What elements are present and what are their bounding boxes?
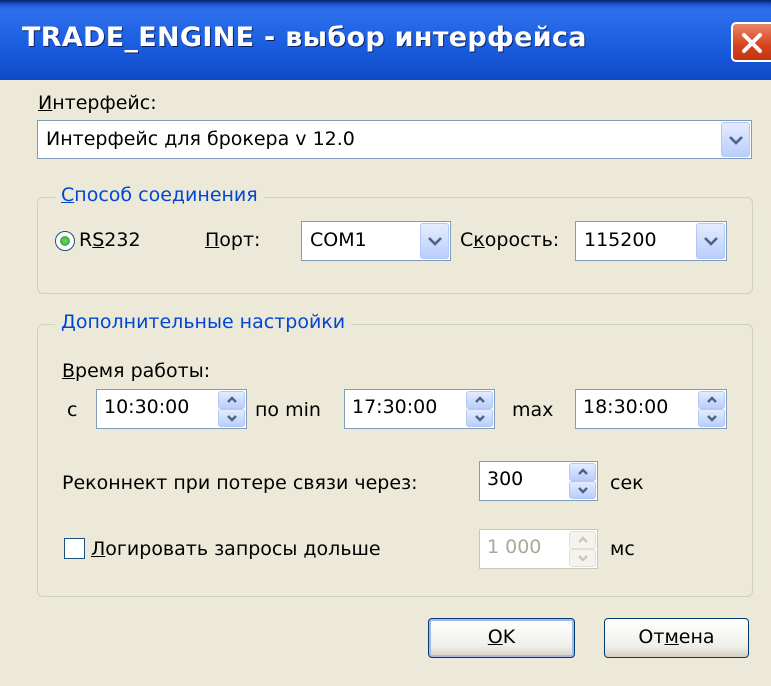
reconnect-spinner[interactable]: 300 [479, 461, 598, 501]
log-threshold-value: 1 000 [487, 536, 542, 558]
reconnect-label: Реконнект при потере связи через: [62, 472, 418, 494]
to-min-time-up-button[interactable] [466, 391, 493, 409]
close-button[interactable] [731, 22, 771, 62]
close-icon [742, 33, 762, 53]
max-time-spin-buttons [698, 391, 725, 427]
rs232-label[interactable]: RS232 [79, 229, 141, 251]
log-threshold-spinner[interactable]: 1 000 [479, 529, 598, 569]
interface-label: Интерфейс: [38, 92, 157, 114]
from-label: с [67, 399, 78, 421]
chevron-down-icon [578, 487, 588, 494]
dialog-body: Интерфейс: Интерфейс для брокера v 12.0 … [0, 80, 771, 686]
speed-dropdown-button[interactable] [696, 223, 725, 259]
log-threshold-unit: мс [610, 538, 635, 560]
chevron-up-icon [578, 536, 588, 543]
chevron-up-icon [707, 396, 717, 403]
radio-selected-dot [60, 236, 70, 246]
reconnect-down-button[interactable] [569, 481, 596, 499]
log-requests-checkbox[interactable] [64, 538, 85, 559]
speed-select-value: 115200 [584, 229, 657, 251]
work-time-label: Время работы: [62, 360, 211, 382]
connection-group-title: Способ соединения [55, 184, 264, 206]
from-time-spinner[interactable]: 10:30:00 [96, 389, 247, 429]
port-select[interactable]: COM1 [301, 221, 451, 261]
chevron-up-icon [475, 396, 485, 403]
chevron-down-icon [707, 415, 717, 422]
log-threshold-spin-buttons [569, 531, 596, 567]
chevron-up-icon [227, 396, 237, 403]
chevron-down-icon [729, 135, 743, 145]
max-time-value: 18:30:00 [583, 396, 669, 418]
chevron-down-icon [475, 415, 485, 422]
log-threshold-up-button[interactable] [569, 531, 596, 549]
port-label: Порт: [205, 229, 261, 251]
max-time-down-button[interactable] [698, 409, 725, 427]
speed-label: Скорость: [460, 229, 560, 251]
max-time-spinner[interactable]: 18:30:00 [575, 389, 727, 429]
chevron-up-icon [578, 468, 588, 475]
interface-dropdown-button[interactable] [721, 122, 750, 157]
from-time-up-button[interactable] [218, 391, 245, 409]
speed-select[interactable]: 115200 [575, 221, 727, 261]
to-min-label: по min [255, 399, 321, 421]
chevron-down-icon [428, 237, 442, 246]
cancel-button[interactable]: Отмена [604, 618, 749, 658]
reconnect-up-button[interactable] [569, 463, 596, 481]
log-requests-label[interactable]: Логировать запросы дольше [91, 538, 381, 560]
rs232-radio[interactable] [55, 231, 75, 251]
port-select-value: COM1 [310, 229, 367, 251]
interface-select[interactable]: Интерфейс для брокера v 12.0 [37, 120, 752, 159]
max-time-up-button[interactable] [698, 391, 725, 409]
chevron-down-icon [704, 237, 718, 246]
to-min-time-spinner[interactable]: 17:30:00 [344, 389, 495, 429]
from-time-down-button[interactable] [218, 409, 245, 427]
title-bar[interactable]: TRADE_ENGINE - выбор интерфейса [0, 0, 771, 80]
reconnect-spin-buttons [569, 463, 596, 499]
from-time-value: 10:30:00 [104, 396, 190, 418]
chevron-down-icon [578, 555, 588, 562]
log-threshold-down-button[interactable] [569, 549, 596, 567]
from-time-spin-buttons [218, 391, 245, 427]
window-title: TRADE_ENGINE - выбор интерфейса [22, 22, 587, 53]
max-label: max [512, 399, 554, 421]
advanced-group-title: Дополнительные настройки [55, 311, 352, 333]
interface-select-value: Интерфейс для брокера v 12.0 [46, 128, 355, 150]
reconnect-unit: сек [610, 472, 644, 494]
chevron-down-icon [227, 415, 237, 422]
to-min-time-value: 17:30:00 [352, 396, 438, 418]
to-min-time-spin-buttons [466, 391, 493, 427]
reconnect-value: 300 [487, 468, 524, 490]
ok-button[interactable]: ОK [428, 618, 575, 658]
port-dropdown-button[interactable] [420, 223, 449, 259]
to-min-time-down-button[interactable] [466, 409, 493, 427]
